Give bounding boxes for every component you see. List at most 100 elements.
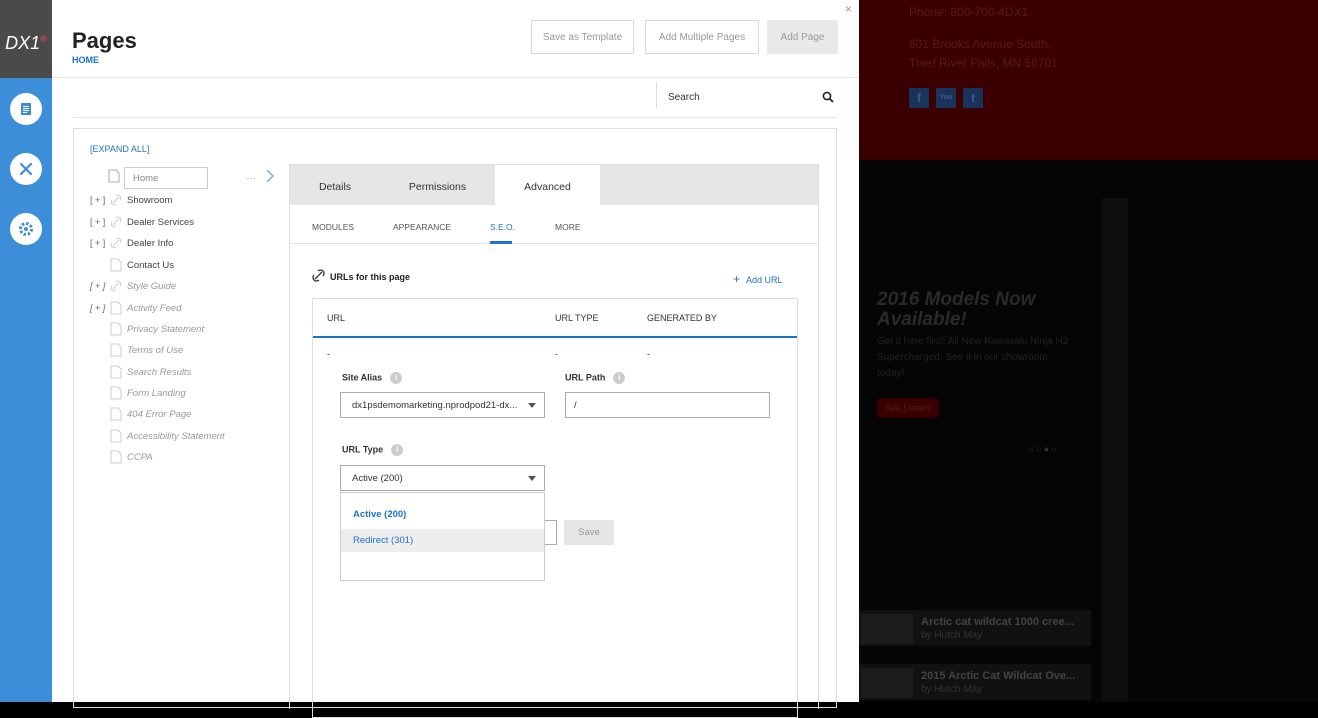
subtab-divider — [290, 243, 818, 244]
home-page-icon — [108, 169, 120, 188]
tree-item-label: Showroom — [127, 194, 173, 206]
site-phone: Phone: 800-700-4DX1 — [909, 5, 1029, 19]
tree-item[interactable]: [ + ] Activity Feed — [90, 301, 181, 315]
site-header-band — [859, 0, 1318, 160]
add-page-button[interactable]: Add Page — [767, 20, 838, 54]
tree-item[interactable]: [ + ] Dealer Info — [90, 236, 173, 250]
dx1-logo: DX1® — [0, 0, 52, 78]
page-title: Pages — [72, 28, 137, 53]
tree-item[interactable]: Form Landing — [110, 386, 186, 400]
site-alias-label-text: Site Alias — [342, 372, 383, 383]
expand-toggle[interactable]: [ + ] — [90, 217, 110, 227]
tree-item-label: Privacy Statement — [127, 323, 205, 335]
tree-item[interactable]: [ + ] Style Guide — [90, 279, 176, 293]
page-icon — [110, 407, 122, 421]
page-detail: Details Permissions Advanced MODULES APP… — [289, 164, 819, 718]
obscured-input[interactable] — [545, 520, 557, 545]
subtab-appearance[interactable]: APPEARANCE — [393, 222, 451, 232]
expand-toggle[interactable]: [ + ] — [90, 195, 110, 205]
subtab-modules[interactable]: MODULES — [312, 222, 354, 232]
see-details-button[interactable]: See Details — [877, 398, 939, 418]
link-icon — [110, 216, 122, 228]
subtab-active-indicator — [490, 241, 512, 244]
chevron-right-icon[interactable] — [266, 169, 274, 188]
expand-toggle[interactable]: [ + ] — [90, 281, 110, 291]
tree-item-label: Style Guide — [127, 280, 177, 292]
add-multiple-pages-button[interactable]: Add Multiple Pages — [645, 20, 759, 54]
tree-item[interactable]: 404 Error Page — [110, 407, 191, 421]
pages-icon[interactable] — [10, 93, 42, 125]
save-button[interactable]: Save — [564, 520, 614, 545]
url-type-label-text: URL Type — [342, 444, 384, 455]
tab-permissions[interactable]: Permissions — [380, 165, 495, 205]
plus-icon: + — [733, 272, 741, 286]
tree-item[interactable]: CCPA — [110, 450, 153, 464]
column-header-url-type: URL TYPE — [555, 313, 599, 323]
info-icon[interactable]: i — [390, 372, 403, 384]
breadcrumb[interactable]: HOME — [72, 55, 99, 65]
tree-item-label: Activity Feed — [127, 302, 182, 314]
expand-toggle[interactable]: [ + ] — [90, 238, 110, 248]
tree-item[interactable]: [ + ] Showroom — [90, 193, 172, 207]
url-type-select[interactable]: Active (200) — [340, 465, 545, 491]
link-icon — [110, 194, 122, 206]
left-rail: DX1® — [0, 0, 52, 702]
search-divider — [73, 117, 837, 118]
tree-item-label: Dealer Info — [127, 237, 174, 249]
facebook-icon[interactable]: f — [909, 88, 929, 108]
close-icon[interactable]: × — [845, 2, 852, 16]
tree-item[interactable]: Search Results — [110, 365, 191, 379]
news-title: 2015 Arctic Cat Wildcat Ove... — [921, 670, 1076, 682]
url-path-label-text: URL Path — [565, 372, 606, 383]
row-url: - — [327, 349, 330, 359]
hero-text: Get it here first! All New Kawasaki Ninj… — [877, 336, 1069, 379]
tab-details[interactable]: Details — [290, 165, 380, 205]
home-page-input[interactable]: Home — [124, 167, 208, 189]
twitter-icon[interactable]: t — [963, 88, 983, 108]
url-path-input[interactable]: / — [565, 392, 770, 418]
search-input[interactable]: Search — [668, 92, 700, 103]
add-url-label: Add URL — [746, 275, 783, 285]
tree-item[interactable]: [ + ] Dealer Services — [90, 215, 194, 229]
info-icon[interactable]: i — [391, 444, 404, 456]
tools-icon[interactable] — [10, 153, 42, 185]
expand-all-link[interactable]: [EXPAND ALL] — [90, 144, 149, 154]
settings-icon[interactable] — [10, 213, 42, 245]
tree-item-label: Form Landing — [127, 387, 186, 399]
subtab-seo[interactable]: S.E.O. — [490, 222, 515, 232]
page-icon — [110, 450, 122, 464]
content-box: [EXPAND ALL] Home ··· [ + ] Showroom [ +… — [73, 128, 837, 718]
add-url-button[interactable]: + Add URL — [733, 272, 783, 286]
site-address-line1: 601 Brooks Avenue South, — [909, 37, 1051, 51]
search-icon[interactable] — [822, 90, 834, 108]
tab-advanced[interactable]: Advanced — [495, 165, 600, 205]
tree-item-label: Contact Us — [127, 259, 174, 271]
expand-toggle[interactable]: [ + ] — [90, 303, 110, 313]
site-address-line2: Thief River Falls, MN 56701 — [909, 56, 1058, 70]
tree-item[interactable]: Contact Us — [110, 258, 174, 272]
site-alias-select[interactable]: dx1psdemomarketing.nprodpod21-dx... — [340, 392, 545, 418]
page-icon — [110, 386, 122, 400]
tab-bar: Details Permissions Advanced — [290, 165, 818, 205]
website-preview: Phone: 800-700-4DX1 601 Brooks Avenue So… — [859, 0, 1318, 702]
chevron-down-icon — [528, 476, 536, 481]
hero-image-strip — [1102, 198, 1128, 702]
url-type-option-redirect[interactable]: Redirect (301) — [341, 529, 544, 552]
tree-item[interactable]: Terms of Use — [110, 343, 183, 357]
save-as-template-button[interactable]: Save as Template — [531, 20, 634, 54]
tree-item-label: 404 Error Page — [127, 408, 192, 420]
site-alias-label: Site Alias i — [342, 372, 403, 384]
tree-item[interactable]: Accessibility Statement — [110, 429, 225, 443]
page-icon — [110, 343, 122, 357]
more-options-icon[interactable]: ··· — [246, 173, 256, 184]
news-author: by Hutch May — [921, 684, 983, 695]
tree-item[interactable]: Privacy Statement — [110, 322, 204, 336]
url-type-option-active[interactable]: Active (200) — [341, 503, 544, 526]
news-item[interactable]: Arctic cat wildcat 1000 cree... by Hutch… — [859, 610, 1091, 646]
subtab-more[interactable]: MORE — [555, 222, 581, 232]
column-header-url: URL — [327, 313, 346, 323]
youtube-icon[interactable]: You — [936, 88, 956, 108]
carousel-dots[interactable]: ○○●○ — [1029, 444, 1059, 454]
info-icon[interactable]: i — [613, 372, 626, 384]
news-item[interactable]: 2015 Arctic Cat Wildcat Ove... by Hutch … — [859, 664, 1091, 700]
